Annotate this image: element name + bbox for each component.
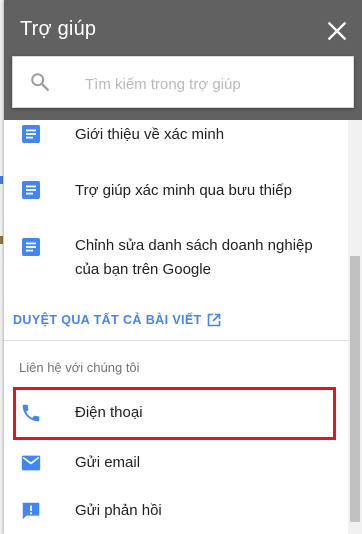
contact-phone[interactable]: Điện thoại (4, 390, 348, 436)
article-item[interactable]: Chỉnh sửa danh sách doanh nghiệp của bạn… (4, 234, 348, 294)
help-panel: Trợ giúp Giới thiệu về xác minh (4, 0, 362, 534)
phone-icon (22, 404, 40, 422)
search-bar (12, 56, 354, 108)
article-label: Trợ giúp xác minh qua bưu thiếp (75, 182, 292, 199)
article-item[interactable]: Giới thiệu về xác minh (4, 122, 348, 162)
open-in-new-icon[interactable] (207, 313, 221, 327)
article-label: Chỉnh sửa danh sách doanh nghiệp của bạn… (75, 237, 313, 278)
article-label: Giới thiệu về xác minh (75, 126, 225, 143)
background-fragment (0, 176, 3, 184)
document-icon (22, 181, 40, 199)
contact-label: Điện thoại (75, 404, 143, 421)
article-item[interactable]: Trợ giúp xác minh qua bưu thiếp (4, 178, 348, 218)
background-fragment (0, 236, 3, 244)
close-button[interactable] (324, 18, 350, 44)
contact-section-title: Liên hệ với chúng tôi (19, 360, 140, 375)
feedback-icon (22, 502, 40, 520)
search-input[interactable] (83, 69, 347, 99)
contact-feedback[interactable]: Gửi phản hồi (4, 488, 348, 534)
help-header: Trợ giúp (4, 0, 362, 120)
contact-email[interactable]: Gửi email (4, 440, 348, 486)
scrollbar-thumb[interactable] (350, 256, 360, 522)
contact-label: Gửi phản hồi (75, 502, 162, 519)
document-icon (22, 238, 40, 256)
email-icon (21, 455, 41, 471)
close-icon (327, 21, 347, 41)
divider (4, 340, 348, 341)
document-icon (22, 125, 40, 143)
help-title: Trợ giúp (20, 18, 97, 40)
contact-label: Gửi email (75, 454, 141, 471)
search-icon (31, 73, 49, 91)
browse-all-articles-link[interactable]: DUYỆT QUA TẤT CẢ BÀI VIẾT (13, 313, 202, 327)
